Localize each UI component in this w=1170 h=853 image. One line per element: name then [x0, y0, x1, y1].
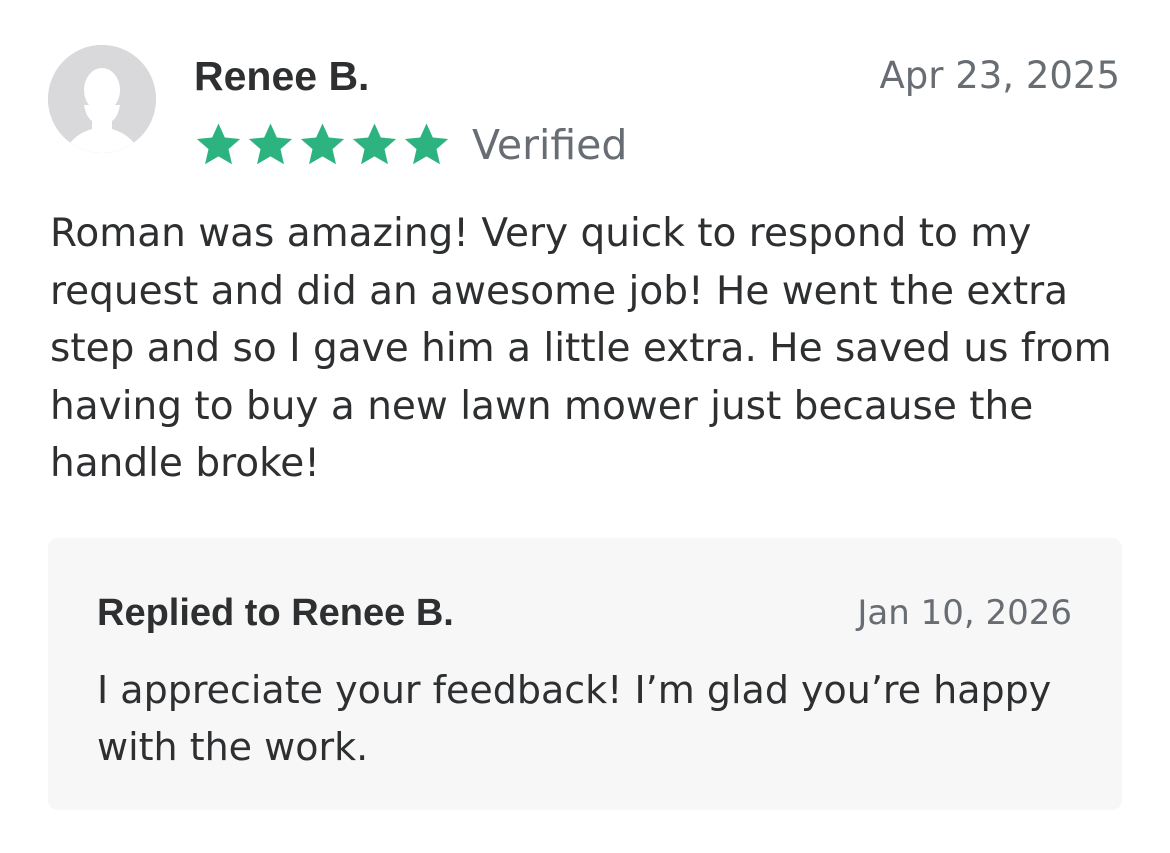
default-user-avatar-icon	[48, 45, 156, 153]
star-icon	[248, 122, 293, 164]
star-rating	[194, 121, 454, 170]
star-icon	[352, 122, 397, 164]
review-date: Apr 23, 2025	[879, 54, 1120, 97]
reply-box: Replied to Renee B. Jan 10, 2026 I appre…	[48, 538, 1122, 810]
review-text: Roman was amazing! Very quick to respond…	[50, 211, 1112, 486]
rating-row: Verified	[194, 118, 627, 172]
star-icon	[404, 122, 449, 164]
verified-label: Verified	[472, 121, 628, 169]
star-icon	[196, 122, 241, 164]
reviewer-name: Renee B.	[194, 53, 370, 99]
review-card: Renee B. Apr 23, 2025 Verified Roman was…	[0, 0, 1170, 853]
reply-title: Replied to Renee B.	[97, 592, 454, 634]
reply-text: I appreciate your feedback! I’m glad you…	[97, 668, 1052, 769]
star-icon	[300, 122, 345, 164]
reply-date: Jan 10, 2026	[857, 593, 1072, 633]
